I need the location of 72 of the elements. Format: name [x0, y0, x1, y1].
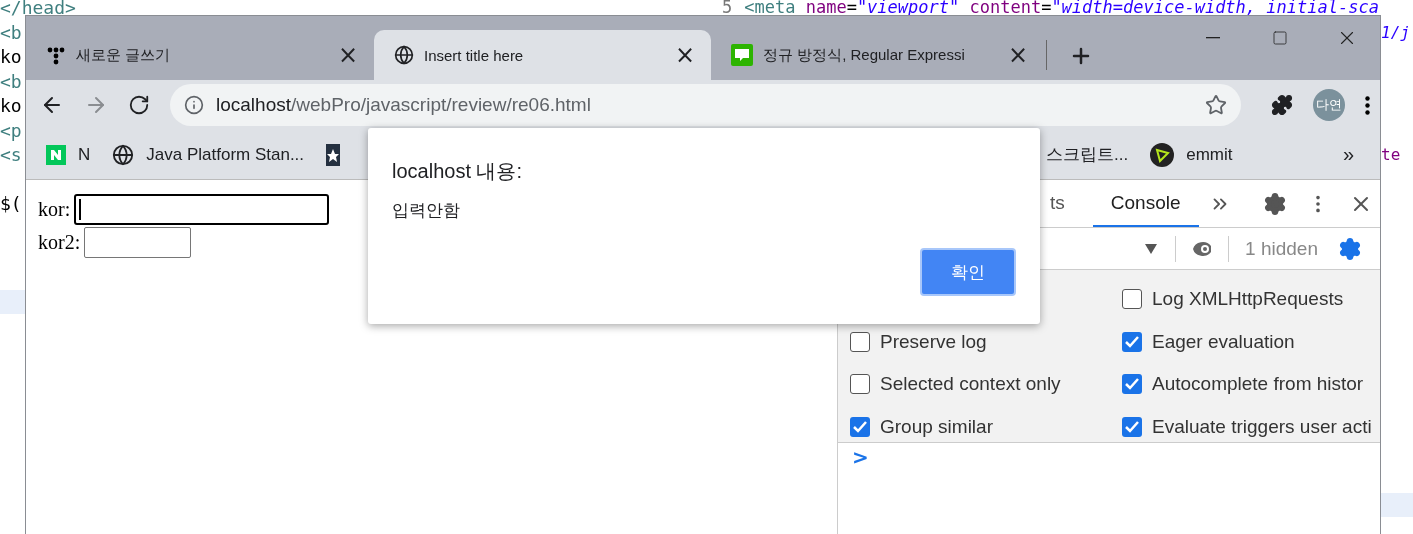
tab-title: 정규 방정식, Regular Expressi	[763, 45, 966, 65]
code-text: ko	[0, 49, 22, 64]
globe-icon	[394, 45, 414, 65]
field-label: kor2:	[38, 231, 81, 254]
minimize-icon	[1205, 37, 1220, 39]
info-icon	[184, 95, 204, 115]
browser-tab[interactable]: Insert title here ×	[374, 30, 711, 80]
code-text: 1/j	[1381, 24, 1410, 40]
bookmark-link[interactable]: N	[46, 144, 91, 165]
checkbox[interactable]	[1122, 374, 1142, 395]
menu-icon	[1365, 95, 1370, 115]
checkbox[interactable]	[1122, 416, 1142, 437]
more-bookmarks-button[interactable]: »	[1342, 143, 1354, 166]
code-text: ko	[0, 98, 22, 113]
reload-button[interactable]	[128, 94, 150, 116]
bookmark-link[interactable]: emmit	[1150, 142, 1233, 167]
option-label: Preserve log	[880, 330, 987, 353]
line-number: 5	[722, 0, 733, 15]
line-highlight	[1381, 493, 1413, 517]
tab-title: Insert title here	[424, 46, 525, 64]
bookmark-star-icon[interactable]	[1205, 94, 1227, 116]
chat-bubble-icon	[731, 44, 753, 66]
dialog-message: 입력안함	[392, 200, 461, 222]
address-bar[interactable]: localhost/webPro/javascript/review/re06.html	[170, 84, 1241, 126]
checkbox[interactable]	[1122, 289, 1142, 310]
field-label: kor:	[38, 198, 71, 221]
menu-button[interactable]	[1365, 95, 1370, 115]
text-input[interactable]	[84, 227, 192, 258]
globe-icon	[112, 143, 135, 166]
triangle-logo-icon	[1150, 142, 1175, 167]
browser-tab[interactable]: 새로운 글쓰기 ×	[26, 30, 374, 80]
option-label: Autocomplete from histor	[1152, 373, 1364, 396]
dots-icon	[46, 45, 66, 65]
text-input[interactable]	[74, 194, 330, 225]
browser-tab[interactable]: 정규 방정식, Regular Expressi ×	[711, 30, 1044, 80]
hidden-count: 1 hidden	[1244, 237, 1319, 260]
n-logo-icon	[46, 144, 66, 165]
url-host: localhost	[216, 94, 291, 116]
bookmark-link[interactable]	[326, 143, 341, 166]
tab-title: 새로운 글쓰기	[76, 45, 172, 65]
option-label: Evaluate triggers user acti	[1152, 415, 1372, 438]
extensions-button[interactable]	[1271, 94, 1293, 116]
code-text: <b	[0, 24, 22, 40]
bookmark-link[interactable]: 스크립트...	[1046, 143, 1129, 166]
code-text: <meta name="viewport" content="width=device-width, initial-sca	[744, 0, 1379, 15]
url-path: /webPro/javascript/review/re06.html	[291, 94, 592, 116]
checkbox[interactable]	[850, 416, 870, 437]
ok-button[interactable]: 확인	[920, 248, 1016, 296]
option-label: Eager evaluation	[1152, 330, 1295, 353]
code-text: <b	[0, 73, 22, 89]
dialog-title: localhost 내용:	[392, 159, 524, 184]
option-label: Log XMLHttpRequests	[1152, 288, 1344, 311]
code-text: <s	[0, 147, 22, 162]
dropdown-arrow-icon[interactable]	[1145, 243, 1158, 254]
checkbox[interactable]	[1122, 331, 1142, 352]
line-highlight	[0, 290, 25, 314]
close-tab-button[interactable]: ×	[333, 43, 362, 67]
option-label: Group similar	[880, 415, 993, 438]
bookmark-link[interactable]: Java Platform Stan...	[112, 143, 305, 166]
checkbox[interactable]	[850, 331, 870, 352]
devtools-tab[interactable]: Console	[1092, 180, 1199, 227]
devtools-tab[interactable]: ts	[1050, 180, 1083, 227]
code-text: $(	[0, 196, 22, 211]
code-text: </head>	[0, 0, 76, 15]
close-tab-button[interactable]: ×	[670, 43, 699, 67]
maximize-icon	[1271, 30, 1288, 46]
checkbox[interactable]	[850, 374, 870, 395]
console-prompt[interactable]: >	[852, 445, 869, 469]
option-label: Selected context only	[880, 373, 1061, 396]
close-tab-button[interactable]: ×	[1003, 43, 1032, 67]
star-logo-icon	[326, 143, 341, 166]
code-text: te	[1381, 147, 1401, 162]
